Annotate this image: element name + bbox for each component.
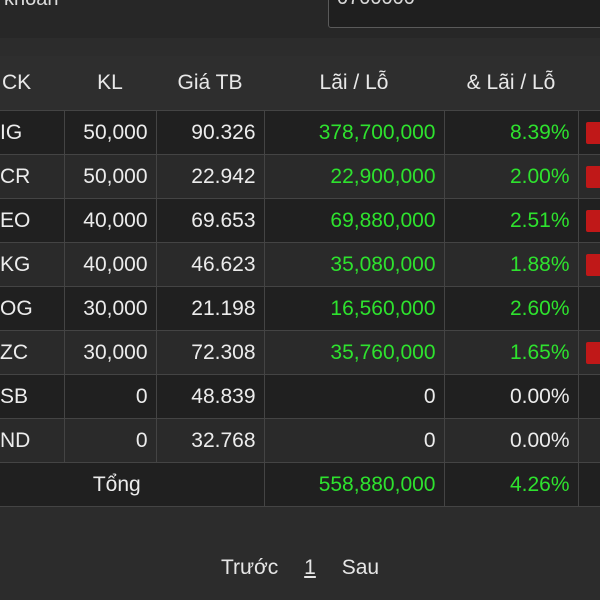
prev-page-button[interactable]: Trước xyxy=(221,556,278,580)
header-action xyxy=(578,56,600,111)
cell-kl: 0 xyxy=(64,374,157,419)
table-row[interactable]: EO 40,000 69.653 69,880,000 2.51% xyxy=(0,198,600,243)
cell-gia-tb: 69.653 xyxy=(156,198,265,243)
table-row[interactable]: ND 0 32.768 0 0.00% xyxy=(0,418,600,463)
cell-ck: ZC xyxy=(0,330,65,375)
cell-kl: 0 xyxy=(64,418,157,463)
cell-ck: EO xyxy=(0,198,65,243)
table-row[interactable]: SB 0 48.839 0 0.00% xyxy=(0,374,600,419)
sell-button[interactable] xyxy=(585,122,600,144)
cell-kl: 40,000 xyxy=(64,198,157,243)
cell-gia-tb: 48.839 xyxy=(156,374,265,419)
header-kl[interactable]: KL xyxy=(64,56,156,111)
cell-action xyxy=(578,154,600,199)
cell-lai-lo: 16,560,000 xyxy=(264,286,445,331)
header-lai-lo[interactable]: Lãi / Lỗ xyxy=(264,56,444,111)
cell-pct: 2.51% xyxy=(444,198,579,243)
cell-action xyxy=(578,374,600,419)
cell-gia-tb: 46.623 xyxy=(156,242,265,287)
table-row[interactable]: IG 50,000 90.326 378,700,000 8.39% xyxy=(0,110,600,155)
total-row: Tổng 558,880,000 4.26% xyxy=(0,462,600,507)
cell-lai-lo: 22,900,000 xyxy=(264,154,445,199)
header-gia-tb[interactable]: Giá TB xyxy=(156,56,264,111)
cell-lai-lo: 0 xyxy=(264,418,445,463)
total-pct: 4.26% xyxy=(444,462,579,507)
cell-kl: 30,000 xyxy=(64,330,157,375)
cell-lai-lo: 35,080,000 xyxy=(264,242,445,287)
header-pct-lai-lo[interactable]: & Lãi / Lỗ xyxy=(444,56,578,111)
table-row[interactable]: ZC 30,000 72.308 35,760,000 1.65% xyxy=(0,330,600,375)
cell-gia-tb: 22.942 xyxy=(156,154,265,199)
cell-gia-tb: 21.198 xyxy=(156,286,265,331)
pagination: Trước 1 Sau xyxy=(0,556,600,590)
total-label: Tổng xyxy=(0,462,265,507)
table-header: CK KL Giá TB Lãi / Lỗ & Lãi / Lỗ xyxy=(0,56,600,111)
cell-lai-lo: 69,880,000 xyxy=(264,198,445,243)
header-ck[interactable]: CK xyxy=(0,56,64,111)
cell-lai-lo: 35,760,000 xyxy=(264,330,445,375)
account-value: 0700000 xyxy=(337,0,415,10)
cell-lai-lo: 378,700,000 xyxy=(264,110,445,155)
account-bar: khoản 0700000 xyxy=(0,0,600,38)
cell-pct: 0.00% xyxy=(444,374,579,419)
cell-ck: KG xyxy=(0,242,65,287)
cell-action xyxy=(578,418,600,463)
cell-ck: OG xyxy=(0,286,65,331)
cell-gia-tb: 90.326 xyxy=(156,110,265,155)
portfolio-table: CK KL Giá TB Lãi / Lỗ & Lãi / Lỗ IG 50,00… xyxy=(0,56,600,507)
cell-lai-lo: 0 xyxy=(264,374,445,419)
cell-pct: 1.88% xyxy=(444,242,579,287)
cell-pct: 0.00% xyxy=(444,418,579,463)
cell-action xyxy=(578,330,600,375)
cell-pct: 2.60% xyxy=(444,286,579,331)
cell-action xyxy=(578,198,600,243)
account-input[interactable]: 0700000 xyxy=(328,0,600,28)
cell-ck: ND xyxy=(0,418,65,463)
account-label: khoản xyxy=(4,0,59,11)
sell-button[interactable] xyxy=(585,254,600,276)
cell-pct: 1.65% xyxy=(444,330,579,375)
cell-kl: 50,000 xyxy=(64,110,157,155)
cell-gia-tb: 72.308 xyxy=(156,330,265,375)
cell-ck: SB xyxy=(0,374,65,419)
cell-action xyxy=(578,110,600,155)
table-row[interactable]: OG 30,000 21.198 16,560,000 2.60% xyxy=(0,286,600,331)
sell-button[interactable] xyxy=(585,210,600,232)
table-row[interactable]: KG 40,000 46.623 35,080,000 1.88% xyxy=(0,242,600,287)
total-action-cell xyxy=(578,462,600,507)
cell-kl: 40,000 xyxy=(64,242,157,287)
cell-ck: IG xyxy=(0,110,65,155)
total-lai-lo: 558,880,000 xyxy=(264,462,445,507)
sell-button[interactable] xyxy=(585,342,600,364)
cell-gia-tb: 32.768 xyxy=(156,418,265,463)
cell-action xyxy=(578,242,600,287)
table-row[interactable]: CR 50,000 22.942 22,900,000 2.00% xyxy=(0,154,600,199)
cell-ck: CR xyxy=(0,154,65,199)
sell-button[interactable] xyxy=(585,166,600,188)
page-1-button[interactable]: 1 xyxy=(304,556,316,580)
cell-kl: 30,000 xyxy=(64,286,157,331)
cell-kl: 50,000 xyxy=(64,154,157,199)
cell-action xyxy=(578,286,600,331)
cell-pct: 2.00% xyxy=(444,154,579,199)
next-page-button[interactable]: Sau xyxy=(342,556,379,580)
cell-pct: 8.39% xyxy=(444,110,579,155)
